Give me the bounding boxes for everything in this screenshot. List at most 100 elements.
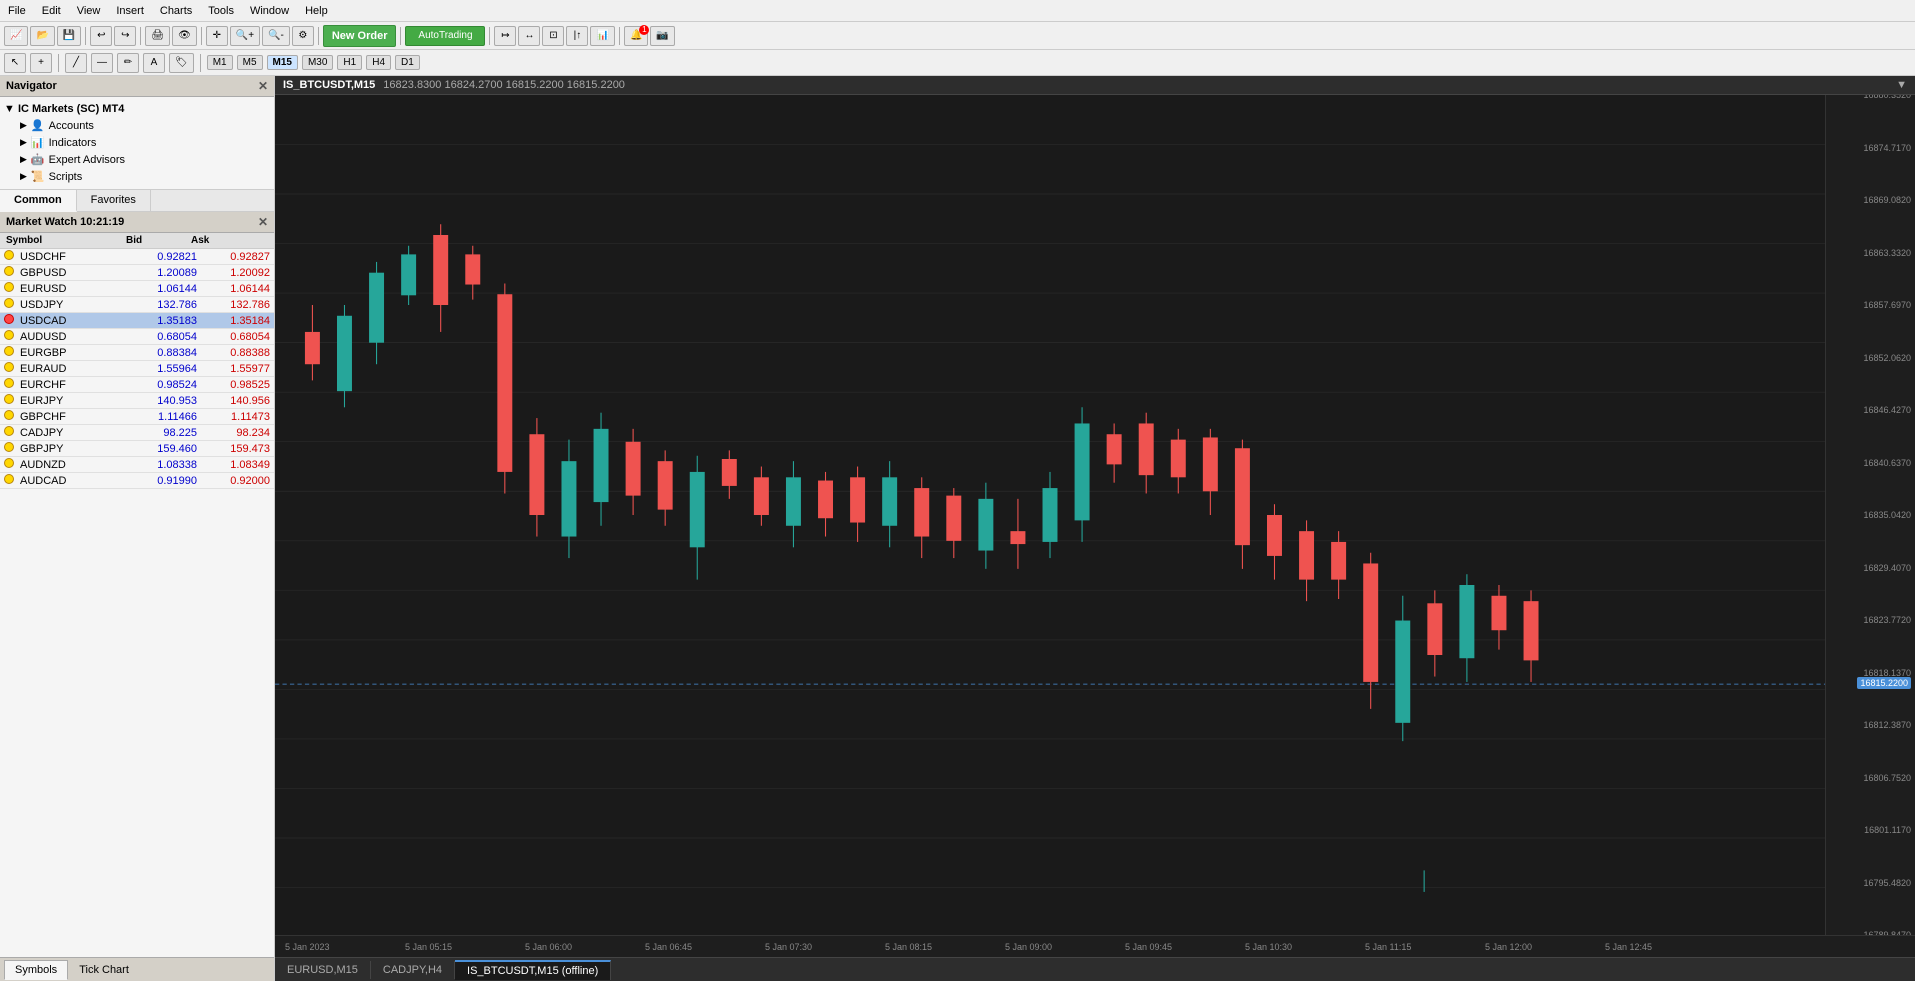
tab-symbols[interactable]: Symbols — [4, 960, 68, 980]
cursor-tool[interactable]: ↖ — [4, 53, 26, 73]
menu-window[interactable]: Window — [242, 3, 297, 19]
menu-help[interactable]: Help — [297, 3, 336, 19]
time-label-2: 5 Jan 06:00 — [525, 942, 572, 952]
market-watch-row[interactable]: AUDNZD 1.08338 1.08349 — [0, 457, 274, 473]
nav-item-experts[interactable]: ▶ 🤖 Expert Advisors — [0, 151, 274, 168]
line-tool[interactable]: ╱ — [65, 53, 87, 73]
ask-price: 132.786 — [197, 299, 270, 311]
price-scale: 16880.352016874.717016869.082016863.3320… — [1825, 95, 1915, 935]
price-label: 16795.4820 — [1863, 878, 1911, 888]
expand-scripts-icon: ▶ — [20, 171, 27, 182]
menubar: File Edit View Insert Charts Tools Windo… — [0, 0, 1915, 22]
symbol-dot — [4, 442, 20, 455]
market-watch-row[interactable]: GBPCHF 1.11466 1.11473 — [0, 409, 274, 425]
navigator-close[interactable]: ✕ — [258, 79, 268, 93]
market-watch-close[interactable]: ✕ — [258, 215, 268, 229]
open-button[interactable]: 📂 — [30, 26, 54, 46]
new-chart-button[interactable]: 📈 — [4, 26, 28, 46]
autoscroll-button[interactable]: ↔ — [518, 26, 540, 46]
print-button[interactable]: 🖨 — [145, 26, 170, 46]
tf-m1[interactable]: M1 — [207, 55, 233, 70]
tab-tick-chart[interactable]: Tick Chart — [68, 960, 140, 980]
tf-m15[interactable]: M15 — [267, 55, 298, 70]
market-watch-row[interactable]: CADJPY 98.225 98.234 — [0, 425, 274, 441]
market-watch-row[interactable]: EURJPY 140.953 140.956 — [0, 393, 274, 409]
chart-tab-btcusdt[interactable]: IS_BTCUSDT,M15 (offline) — [455, 960, 611, 980]
draw-tool[interactable]: ✏ — [117, 53, 139, 73]
tab-common[interactable]: Common — [0, 190, 77, 212]
nav-scripts-label: Scripts — [49, 171, 83, 183]
tf-h1[interactable]: H1 — [337, 55, 362, 70]
menu-insert[interactable]: Insert — [108, 3, 152, 19]
market-watch-row[interactable]: EURCHF 0.98524 0.98525 — [0, 377, 274, 393]
save-button[interactable]: 💾 — [57, 26, 81, 46]
ask-price: 0.92827 — [197, 251, 270, 263]
symbol-dot — [4, 282, 20, 295]
menu-charts[interactable]: Charts — [152, 3, 200, 19]
price-label: 16846.4270 — [1863, 405, 1911, 415]
ask-price: 0.98525 — [197, 379, 270, 391]
chart-tab-cadjpy[interactable]: CADJPY,H4 — [371, 961, 455, 979]
period-sep-button[interactable]: |↑ — [566, 26, 588, 46]
market-watch-row[interactable]: EURUSD 1.06144 1.06144 — [0, 281, 274, 297]
menu-tools[interactable]: Tools — [200, 3, 242, 19]
market-watch-row[interactable]: USDCHF 0.92821 0.92827 — [0, 249, 274, 265]
market-watch-row[interactable]: EURAUD 1.55964 1.55977 — [0, 361, 274, 377]
tf-m30[interactable]: M30 — [302, 55, 333, 70]
market-watch-row[interactable]: GBPJPY 159.460 159.473 — [0, 441, 274, 457]
tab-favorites[interactable]: Favorites — [77, 190, 151, 211]
nav-item-accounts[interactable]: ▶ 👤 Accounts — [0, 117, 274, 134]
hline-tool[interactable]: — — [91, 53, 113, 73]
symbol-dot — [4, 378, 20, 391]
new-order-button[interactable]: New Order — [323, 25, 397, 47]
symbol-dot — [4, 314, 20, 327]
candle-area[interactable] — [275, 95, 1825, 935]
nav-item-scripts[interactable]: ▶ 📜 Scripts — [0, 168, 274, 185]
properties-button[interactable]: ⚙ — [292, 26, 314, 46]
col-bid: Bid — [124, 234, 189, 247]
print-preview-button[interactable]: 👁 — [172, 26, 197, 46]
label-tool[interactable]: 🏷 — [169, 53, 194, 73]
menu-view[interactable]: View — [69, 3, 109, 19]
crosshair-tool[interactable]: + — [30, 53, 52, 73]
ask-price: 1.11473 — [197, 411, 270, 423]
bid-price: 159.460 — [124, 443, 197, 455]
symbol-name: GBPJPY — [20, 443, 124, 455]
autotrading-button[interactable]: AutoTrading — [405, 26, 485, 46]
chart-shift-button[interactable]: ↦ — [494, 26, 516, 46]
text-tool[interactable]: A — [143, 53, 165, 73]
zoom-in-button[interactable]: 🔍+ — [230, 26, 260, 46]
screenshot-button[interactable]: 📷 — [650, 26, 674, 46]
market-watch-row[interactable]: AUDCAD 0.91990 0.92000 — [0, 473, 274, 489]
notifications-button[interactable]: 🔔1 — [624, 26, 648, 46]
symbol-name: USDCHF — [20, 251, 124, 263]
tf-h4[interactable]: H4 — [366, 55, 391, 70]
nav-item-indicators[interactable]: ▶ 📊 Indicators — [0, 134, 274, 151]
menu-file[interactable]: File — [0, 3, 34, 19]
chart-dropdown-arrow[interactable]: ▼ — [1896, 79, 1907, 91]
menu-edit[interactable]: Edit — [34, 3, 69, 19]
tf-m5[interactable]: M5 — [237, 55, 263, 70]
zoom-reset-button[interactable]: ⊡ — [542, 26, 564, 46]
undo-button[interactable]: ↩ — [90, 26, 112, 46]
market-watch-row[interactable]: EURGBP 0.88384 0.88388 — [0, 345, 274, 361]
time-label-1: 5 Jan 05:15 — [405, 942, 452, 952]
redo-button[interactable]: ↪ — [114, 26, 136, 46]
market-watch-row[interactable]: USDJPY 132.786 132.786 — [0, 297, 274, 313]
market-watch-row[interactable]: USDCAD 1.35183 1.35184 — [0, 313, 274, 329]
market-watch-header: Market Watch 10:21:19 ✕ — [0, 212, 274, 233]
chart-tabs: EURUSD,M15 CADJPY,H4 IS_BTCUSDT,M15 (off… — [275, 957, 1915, 981]
time-label-10: 5 Jan 12:00 — [1485, 942, 1532, 952]
tf-d1[interactable]: D1 — [395, 55, 420, 70]
bid-price: 140.953 — [124, 395, 197, 407]
price-label: 16829.4070 — [1863, 563, 1911, 573]
market-watch-row[interactable]: AUDUSD 0.68054 0.68054 — [0, 329, 274, 345]
price-chart-button[interactable]: 📊 — [590, 26, 614, 46]
crosshair-button[interactable]: ✛ — [206, 26, 228, 46]
bid-price: 1.35183 — [124, 315, 197, 327]
bid-price: 0.88384 — [124, 347, 197, 359]
market-watch-row[interactable]: GBPUSD 1.20089 1.20092 — [0, 265, 274, 281]
chart-tab-eurusd[interactable]: EURUSD,M15 — [275, 961, 371, 979]
toolbar1: 📈 📂 💾 ↩ ↪ 🖨 👁 ✛ 🔍+ 🔍- ⚙ New Order AutoTr… — [0, 22, 1915, 50]
zoom-out-button[interactable]: 🔍- — [262, 26, 290, 46]
